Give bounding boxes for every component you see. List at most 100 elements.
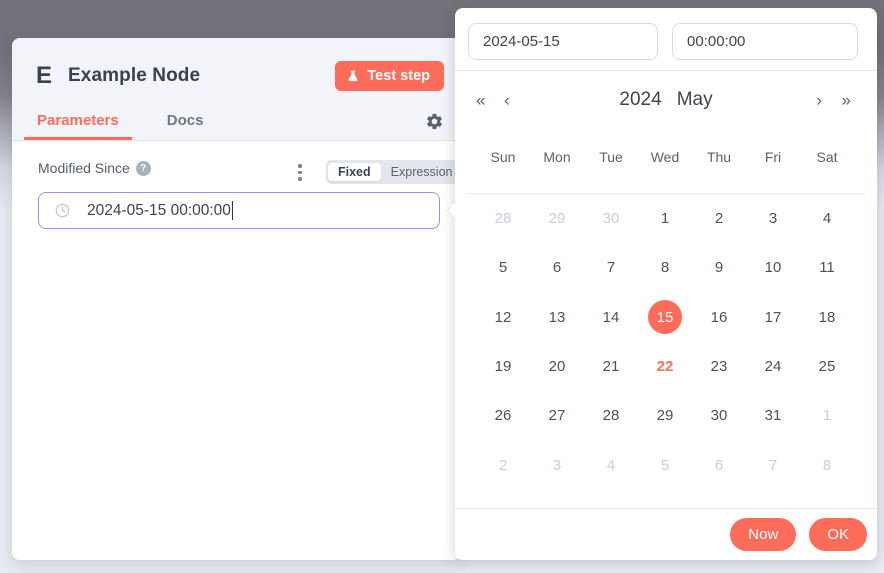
- day-number: 4: [810, 202, 844, 236]
- mode-expression[interactable]: Expression: [381, 163, 463, 181]
- next-year-button[interactable]: »: [842, 92, 851, 109]
- day-number: 19: [486, 350, 520, 384]
- calendar-day[interactable]: 8: [800, 440, 854, 489]
- calendar-day[interactable]: 18: [800, 293, 854, 342]
- now-button[interactable]: Now: [730, 518, 796, 551]
- modified-since-input[interactable]: 2024-05-15 00:00:00: [38, 192, 440, 229]
- calendar-day[interactable]: 9: [692, 243, 746, 292]
- calendar-day[interactable]: 6: [692, 440, 746, 489]
- modified-since-value: 2024-05-15 00:00:00: [87, 202, 231, 220]
- day-number: 2: [486, 448, 520, 482]
- calendar-day[interactable]: 17: [746, 293, 800, 342]
- calendar-day[interactable]: 13: [530, 293, 584, 342]
- day-number: 25: [810, 350, 844, 384]
- calendar-day[interactable]: 24: [746, 342, 800, 391]
- calendar-day[interactable]: 23: [692, 342, 746, 391]
- calendar-day[interactable]: 28: [584, 391, 638, 440]
- calendar-day[interactable]: 1: [800, 391, 854, 440]
- parameter-row: Modified Since ? Fixed Expression: [38, 160, 462, 186]
- calendar-day[interactable]: 26: [476, 391, 530, 440]
- calendar-day[interactable]: 15: [638, 293, 692, 342]
- tab-parameters[interactable]: Parameters: [24, 112, 132, 140]
- calendar-day[interactable]: 16: [692, 293, 746, 342]
- day-number: 16: [702, 300, 736, 334]
- day-number: 8: [810, 448, 844, 482]
- tab-docs[interactable]: Docs: [154, 112, 217, 140]
- calendar-day[interactable]: 3: [746, 194, 800, 243]
- calendar-day[interactable]: 8: [638, 243, 692, 292]
- calendar-day[interactable]: 14: [584, 293, 638, 342]
- day-number: 28: [594, 399, 628, 433]
- gear-icon[interactable]: [425, 112, 444, 131]
- calendar-day[interactable]: 11: [800, 243, 854, 292]
- weekday-header-row: SunMonTueWedThuFriSat: [476, 149, 854, 165]
- day-number: 1: [648, 202, 682, 236]
- picker-footer: Now OK: [455, 508, 877, 560]
- help-icon[interactable]: ?: [136, 161, 151, 176]
- calendar-day[interactable]: 29: [638, 391, 692, 440]
- flask-icon: [346, 69, 360, 84]
- picker-date-input[interactable]: [468, 23, 658, 60]
- picker-time-input[interactable]: [672, 23, 858, 60]
- day-number: 23: [702, 350, 736, 384]
- test-step-button[interactable]: Test step: [335, 61, 444, 91]
- calendar-day[interactable]: 31: [746, 391, 800, 440]
- calendar-day[interactable]: 7: [746, 440, 800, 489]
- calendar-day[interactable]: 12: [476, 293, 530, 342]
- month-label[interactable]: May: [677, 89, 713, 110]
- next-month-button[interactable]: ›: [816, 92, 822, 109]
- weekday-label: Fri: [746, 149, 800, 165]
- calendar-day[interactable]: 3: [530, 440, 584, 489]
- calendar-day[interactable]: 2: [476, 440, 530, 489]
- calendar-day[interactable]: 29: [530, 194, 584, 243]
- day-number: 21: [594, 350, 628, 384]
- year-month-header: 2024 May: [455, 89, 877, 111]
- calendar-day[interactable]: 25: [800, 342, 854, 391]
- mode-fixed[interactable]: Fixed: [328, 163, 381, 181]
- weekday-label: Wed: [638, 149, 692, 165]
- day-number: 13: [540, 300, 574, 334]
- day-number: 24: [756, 350, 790, 384]
- calendar-day[interactable]: 20: [530, 342, 584, 391]
- calendar-day[interactable]: 4: [800, 194, 854, 243]
- calendar-grid: 2829301234567891011121314151617181920212…: [476, 194, 854, 490]
- calendar-day[interactable]: 27: [530, 391, 584, 440]
- parameter-label: Modified Since: [38, 160, 130, 176]
- day-number: 5: [648, 448, 682, 482]
- day-number: 8: [648, 251, 682, 285]
- day-number: 18: [810, 300, 844, 334]
- calendar-day[interactable]: 30: [692, 391, 746, 440]
- weekday-label: Thu: [692, 149, 746, 165]
- clock-icon: [55, 203, 70, 218]
- year-label[interactable]: 2024: [619, 89, 661, 110]
- calendar-day[interactable]: 30: [584, 194, 638, 243]
- calendar-day[interactable]: 4: [584, 440, 638, 489]
- test-step-label: Test step: [367, 68, 430, 84]
- day-number: 14: [594, 300, 628, 334]
- node-panel-header: E Example Node Test step Parameters Docs: [12, 38, 462, 141]
- day-number: 4: [594, 448, 628, 482]
- day-number: 30: [702, 399, 736, 433]
- day-number: 29: [540, 202, 574, 236]
- calendar-day[interactable]: 1: [638, 194, 692, 243]
- calendar-day[interactable]: 22: [638, 342, 692, 391]
- calendar-day[interactable]: 5: [638, 440, 692, 489]
- calendar-day[interactable]: 10: [746, 243, 800, 292]
- day-number: 30: [594, 202, 628, 236]
- calendar-day[interactable]: 7: [584, 243, 638, 292]
- calendar-day[interactable]: 21: [584, 342, 638, 391]
- day-number: 28: [486, 202, 520, 236]
- day-number: 3: [540, 448, 574, 482]
- calendar-day[interactable]: 28: [476, 194, 530, 243]
- ok-button[interactable]: OK: [809, 518, 867, 551]
- day-number: 27: [540, 399, 574, 433]
- day-number: 7: [756, 448, 790, 482]
- day-number: 31: [756, 399, 790, 433]
- calendar-day[interactable]: 5: [476, 243, 530, 292]
- parameter-label-wrap: Modified Since ?: [38, 160, 151, 176]
- calendar-nav: « ‹ 2024May › »: [455, 71, 877, 129]
- calendar-day[interactable]: 6: [530, 243, 584, 292]
- calendar-day[interactable]: 19: [476, 342, 530, 391]
- calendar-day[interactable]: 2: [692, 194, 746, 243]
- options-kebab-icon[interactable]: [296, 162, 304, 183]
